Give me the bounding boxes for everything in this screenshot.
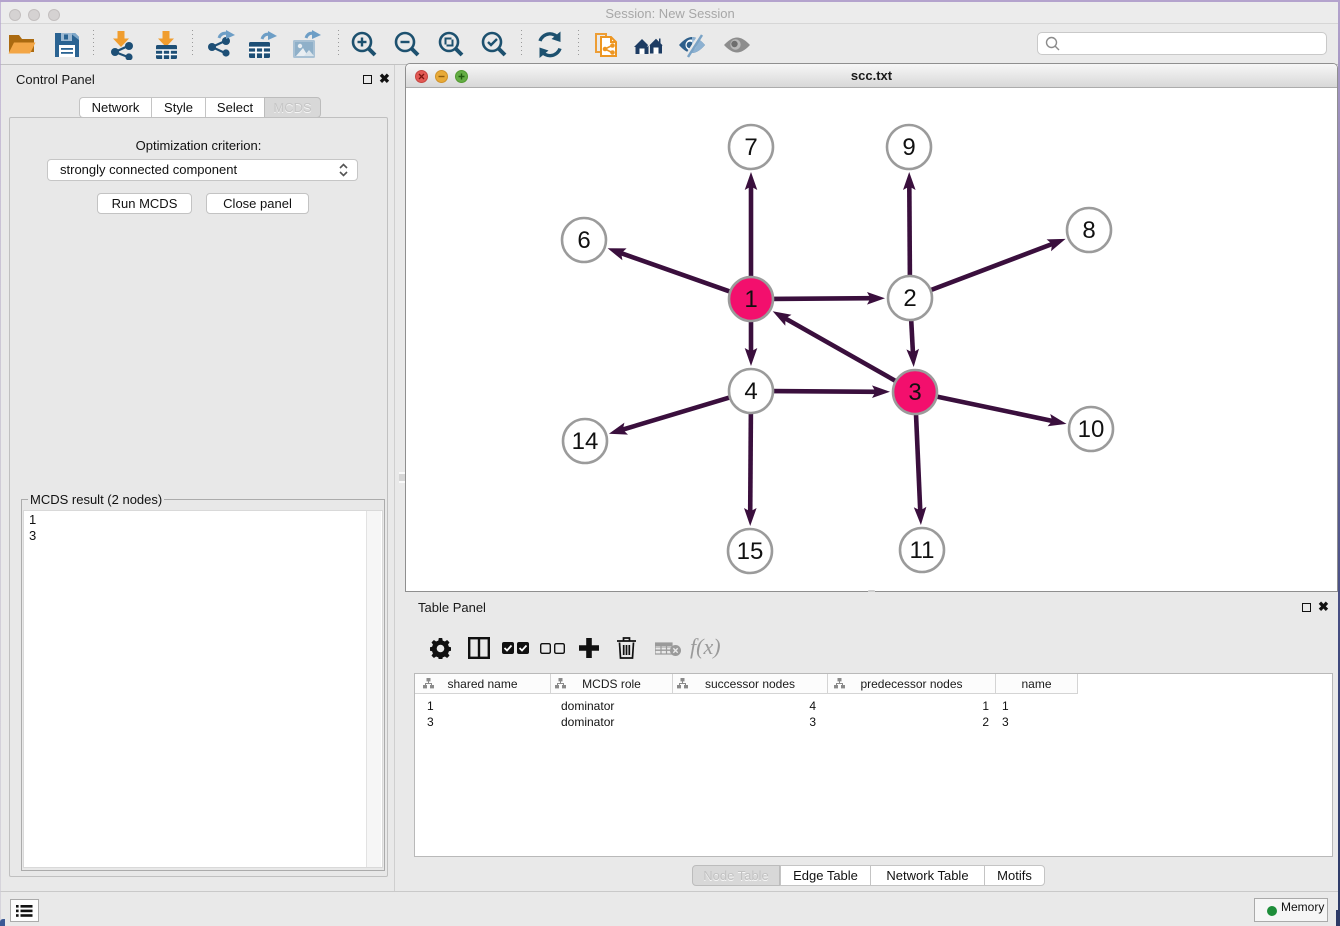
svg-text:15: 15 <box>737 538 764 565</box>
svg-text:9: 9 <box>902 134 915 161</box>
svg-text:10: 10 <box>1078 416 1105 443</box>
svg-text:6: 6 <box>577 227 590 254</box>
svg-text:7: 7 <box>744 134 757 161</box>
svg-text:4: 4 <box>744 378 757 405</box>
svg-text:2: 2 <box>903 285 916 312</box>
svg-text:1: 1 <box>744 286 757 313</box>
svg-text:11: 11 <box>910 537 935 564</box>
svg-text:14: 14 <box>572 428 599 455</box>
svg-text:3: 3 <box>908 379 921 406</box>
svg-text:8: 8 <box>1082 217 1095 244</box>
